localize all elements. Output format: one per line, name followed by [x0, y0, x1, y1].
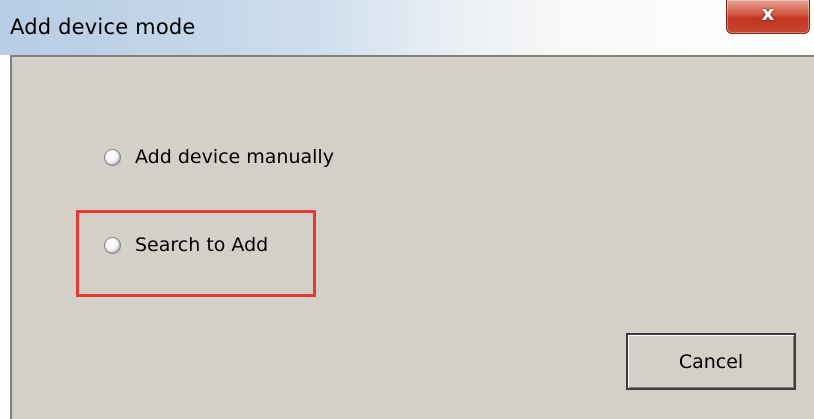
close-button[interactable]: x — [726, 0, 810, 34]
close-icon: x — [761, 1, 775, 25]
option-add-manually[interactable]: Add device manually — [104, 146, 334, 168]
highlight-annotation — [76, 210, 316, 297]
dialog-window: Add device mode x Add device manually Se… — [0, 0, 814, 419]
window-title: Add device mode — [10, 15, 196, 39]
option-label-add-manually: Add device manually — [135, 146, 334, 168]
cancel-button[interactable]: Cancel — [626, 333, 796, 390]
radio-add-manually[interactable] — [104, 148, 121, 166]
title-bar[interactable]: Add device mode x — [0, 0, 814, 55]
